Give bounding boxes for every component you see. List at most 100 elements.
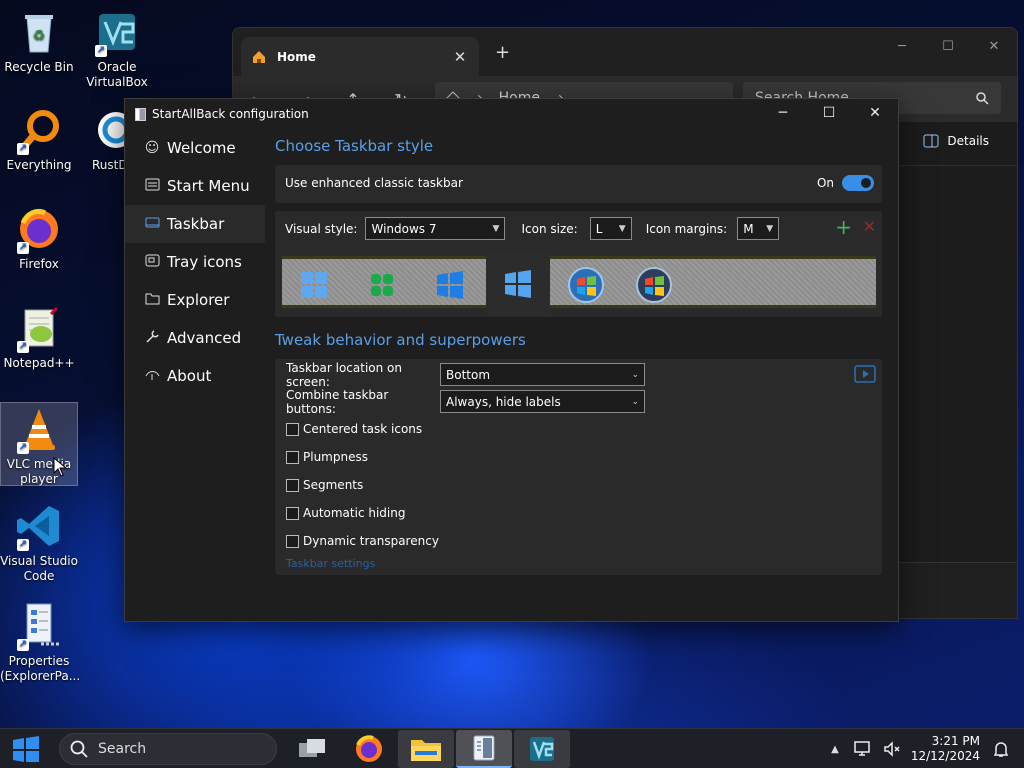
taskbar-firefox[interactable] xyxy=(341,730,397,768)
close-button[interactable]: ✕ xyxy=(852,99,898,127)
desktop-icon-everything[interactable]: ↗ Everything xyxy=(0,106,78,173)
notepad-plus-plus-icon: ↗ xyxy=(15,304,63,353)
clock-date: 12/12/2024 xyxy=(910,749,980,763)
taskbar-search-box[interactable]: Search xyxy=(59,733,277,765)
details-button[interactable]: Details xyxy=(923,134,989,148)
desktop-icon-recycle-bin[interactable]: ♻ Recycle Bin xyxy=(0,8,78,75)
sidebar-item-tray-icons[interactable]: Tray icons xyxy=(125,243,265,281)
remove-style-x-icon[interactable]: ✕ xyxy=(863,217,876,236)
enhanced-taskbar-toggle[interactable] xyxy=(842,175,874,191)
taskbar-virtualbox[interactable] xyxy=(514,730,570,768)
desktop-icon-properties[interactable]: ↗ Properties (ExplorerPa... xyxy=(0,602,80,684)
checkbox-box[interactable] xyxy=(286,534,299,548)
checkbox-box[interactable] xyxy=(286,450,299,464)
checkbox-label: Automatic hiding xyxy=(303,506,406,520)
desktop-icon-rustdesk[interactable]: RustD xyxy=(78,106,124,173)
sidebar-item-label: Advanced xyxy=(167,329,242,347)
taskbar-location-select[interactable]: Bottom ⌄ xyxy=(440,363,645,386)
taskbar-location-label: Taskbar location on screen: xyxy=(286,360,402,389)
add-style-plus-icon[interactable]: + xyxy=(835,215,852,239)
video-tutorial-icon[interactable] xyxy=(854,365,876,383)
firefox-icon: ↗ xyxy=(15,205,63,254)
explorer-tab-home[interactable]: Home ✕ xyxy=(241,37,479,76)
checkbox-box[interactable] xyxy=(286,506,299,520)
maximize-button[interactable]: ☐ xyxy=(925,34,971,60)
sidebar-item-explorer[interactable]: Explorer xyxy=(125,281,265,319)
startallback-window: StartAllBack configuration ─ ☐ ✕ ☺ Welco… xyxy=(124,98,899,622)
close-button[interactable]: ✕ xyxy=(971,34,1017,60)
checkbox-automatic-hiding[interactable]: Automatic hiding xyxy=(286,499,439,527)
checkbox-segments[interactable]: Segments xyxy=(286,471,439,499)
desktop-icon-firefox[interactable]: ↗ Firefox xyxy=(0,205,78,272)
sab-window-title: StartAllBack configuration xyxy=(152,107,309,121)
show-hidden-icons-chevron-icon[interactable]: ▲ xyxy=(831,744,839,755)
start-button[interactable] xyxy=(12,736,40,765)
new-tab-button[interactable]: + xyxy=(495,42,510,63)
combine-buttons-label: Combine taskbar buttons: xyxy=(286,387,389,416)
maximize-button[interactable]: ☐ xyxy=(806,99,852,127)
home-icon xyxy=(253,50,265,63)
windows-vista-orb-icon[interactable] xyxy=(622,259,686,311)
explorer-window-controls: ─ ☐ ✕ xyxy=(879,34,1017,60)
everything-search-icon: ↗ xyxy=(15,106,63,155)
wrench-icon xyxy=(143,329,161,348)
volume-muted-icon[interactable] xyxy=(883,740,901,758)
taskbar-startallback[interactable] xyxy=(456,730,512,768)
taskbar-settings-link[interactable]: Taskbar settings xyxy=(286,557,375,570)
taskbar-file-explorer[interactable] xyxy=(398,730,454,768)
checkbox-plumpness[interactable]: Plumpness xyxy=(286,443,439,471)
virtualbox-icon: ↗ xyxy=(93,8,141,57)
smile-icon: ☺ xyxy=(144,140,160,156)
visual-style-select[interactable]: Windows 7 ▼ xyxy=(365,217,506,240)
icon-size-select[interactable]: L ▼ xyxy=(589,217,632,240)
icon-margins-select[interactable]: M ▼ xyxy=(737,217,780,240)
desktop-icon-label: Firefox xyxy=(19,257,59,271)
sidebar-item-start-menu[interactable]: Start Menu xyxy=(125,167,265,205)
windows7-orb-icon[interactable] xyxy=(554,259,618,311)
checkbox-label: Segments xyxy=(303,478,364,492)
sidebar-item-taskbar[interactable]: Taskbar xyxy=(125,205,265,243)
checkbox-label: Dynamic transparency xyxy=(303,534,439,548)
windows10-logo-icon[interactable] xyxy=(418,259,482,311)
desktop-icon-vlc[interactable]: ↗ VLC media player xyxy=(0,402,78,486)
sidebar-item-welcome[interactable]: ☺ Welcome xyxy=(125,129,265,167)
windows11-logo-icon[interactable] xyxy=(282,259,346,311)
combine-buttons-value: Always, hide labels xyxy=(446,394,561,409)
desktop-icon-label: RustD xyxy=(92,158,124,172)
minimize-button[interactable]: ─ xyxy=(879,34,925,60)
start-menu-icon xyxy=(143,178,161,195)
explorer-tab-label: Home xyxy=(277,49,316,64)
taskbar-style-preview-strip xyxy=(282,253,876,315)
sidebar-item-advanced[interactable]: Advanced xyxy=(125,319,265,357)
recycle-bin-icon: ♻ xyxy=(15,8,63,56)
checkbox-box[interactable] xyxy=(286,422,299,436)
desktop-icon-notepadpp[interactable]: ↗ Notepad++ xyxy=(0,304,78,371)
combine-buttons-select[interactable]: Always, hide labels ⌄ xyxy=(440,390,645,413)
startallback-app-icon xyxy=(135,107,146,121)
sab-main-content: Choose Taskbar style Use enhanced classi… xyxy=(275,129,882,621)
windows10-flat-logo-icon[interactable] xyxy=(486,253,550,315)
checkbox-centered-task-icons[interactable]: Centered task icons xyxy=(286,415,439,443)
notification-bell-icon[interactable] xyxy=(992,740,1010,758)
section-title-taskbar-style: Choose Taskbar style xyxy=(275,137,434,155)
checkbox-box[interactable] xyxy=(286,478,299,492)
taskbar-clock[interactable]: 3:21 PM 12/12/2024 xyxy=(911,734,980,764)
details-pane-icon xyxy=(923,134,939,148)
task-view-button[interactable] xyxy=(284,730,340,768)
desktop-icon-vscode[interactable]: ↗ Visual Studio Code xyxy=(0,502,78,584)
mouse-cursor-icon xyxy=(53,457,67,477)
checkbox-dynamic-transparency[interactable]: Dynamic transparency xyxy=(286,527,439,555)
windows8-green-logo-icon[interactable] xyxy=(350,259,414,311)
sidebar-item-label: Explorer xyxy=(167,291,230,309)
enhanced-taskbar-state: On xyxy=(816,176,834,190)
minimize-button[interactable]: ─ xyxy=(760,99,806,127)
sidebar-item-about[interactable]: About xyxy=(125,357,265,395)
close-tab-icon[interactable]: ✕ xyxy=(449,48,471,66)
network-display-icon[interactable] xyxy=(853,740,873,758)
sidebar-item-label: Taskbar xyxy=(167,215,225,233)
icon-size-value: L xyxy=(595,221,603,236)
desktop-icon-virtualbox[interactable]: ↗ Oracle VirtualBox xyxy=(78,8,156,90)
desktop-icon-label: Visual Studio Code xyxy=(0,554,78,583)
chevron-down-icon: ▼ xyxy=(766,223,774,234)
checkbox-label: Plumpness xyxy=(303,450,368,464)
